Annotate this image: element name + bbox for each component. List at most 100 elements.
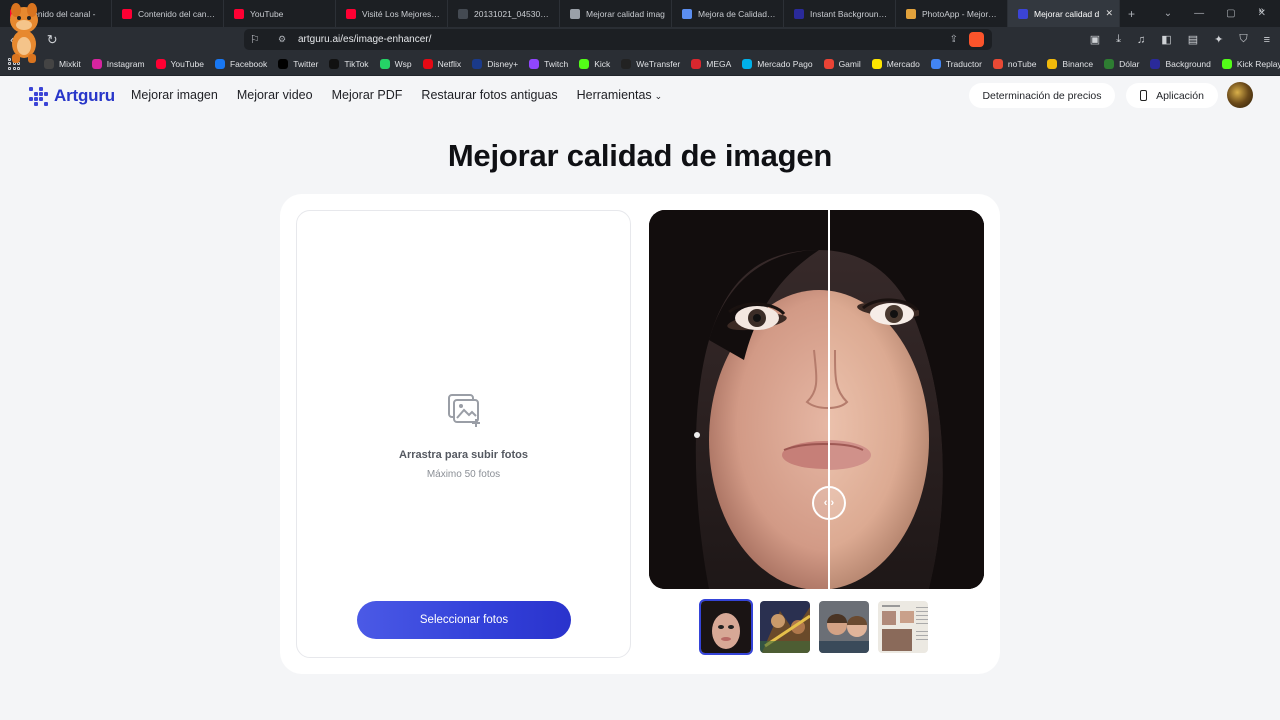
tab-title: 20131021_045303_OL — [474, 8, 553, 19]
browser-tab[interactable]: Mejorar calidad imag — [560, 0, 672, 27]
address-bar[interactable]: ⚐ ⚙ artguru.ai/es/image-enhancer/ ⇪ — [244, 29, 992, 50]
vpn-icon[interactable]: ⛉ — [1239, 33, 1247, 46]
bookmark-item[interactable]: MEGA — [691, 58, 732, 69]
browser-tab[interactable]: Contenido del canal - — [112, 0, 224, 27]
bookmark-item[interactable]: Background — [1150, 58, 1211, 69]
share-icon[interactable]: ⇪ — [950, 34, 958, 45]
bookmark-favicon-icon — [422, 58, 433, 69]
app-button[interactable]: Aplicación — [1126, 83, 1218, 108]
browser-tab[interactable]: Mejora de Calidad de — [672, 0, 784, 27]
bookmark-item[interactable]: Netflix — [422, 58, 461, 69]
sidebar-icon[interactable]: ◧ — [1161, 33, 1171, 46]
tab-list-icon[interactable]: ⌄ — [1164, 8, 1172, 19]
browser-tab[interactable]: 20131021_045303_OL — [448, 0, 560, 27]
drag-upload-text: Arrastra para subir fotos — [399, 449, 528, 461]
select-photos-button[interactable]: Seleccionar fotos — [357, 601, 571, 639]
bookmark-favicon-icon — [579, 58, 590, 69]
brave-shields-icon[interactable] — [969, 32, 984, 47]
phone-icon — [1140, 90, 1148, 101]
browser-tab[interactable]: Mejorar calidad d ✕ — [1008, 0, 1120, 27]
browser-tab[interactable]: Instant Background R — [784, 0, 896, 27]
nav-herramientas[interactable]: Herramientas ⌄ — [577, 88, 663, 102]
tab-favicon-icon — [346, 8, 356, 19]
leo-ai-icon[interactable]: ✦ — [1214, 33, 1223, 46]
bookmark-item[interactable]: Wsp — [379, 58, 412, 69]
tab-favicon-icon — [122, 8, 132, 19]
tab-favicon-icon — [794, 8, 804, 19]
bookmark-item[interactable]: Mercado Pago — [742, 58, 813, 69]
nav-mejorar-pdf[interactable]: Mejorar PDF — [332, 88, 403, 102]
compare-slider-handle[interactable]: ‹ › — [812, 486, 846, 520]
bookmark-label: YouTube — [170, 58, 204, 69]
bookmark-item[interactable]: WeTransfer — [621, 58, 680, 69]
restore-icon[interactable]: ▢ — [1226, 8, 1235, 19]
bookmark-item[interactable]: Gamil — [823, 58, 861, 69]
compare-divider[interactable] — [828, 210, 830, 589]
site-info-icon[interactable]: ⚙ — [278, 34, 292, 45]
url-text[interactable]: artguru.ai/es/image-enhancer/ — [298, 34, 431, 45]
bookmark-item[interactable]: Mixkit — [44, 58, 81, 69]
new-tab-icon[interactable]: + — [1128, 7, 1135, 21]
bookmark-favicon-icon — [1047, 58, 1058, 69]
before-after-preview[interactable]: ‹ › — [649, 210, 984, 589]
user-avatar[interactable] — [1227, 82, 1253, 108]
tab-title: YouTube — [250, 8, 284, 19]
bookmark-favicon-icon — [155, 58, 166, 69]
tab-favicon-icon — [570, 8, 580, 19]
bookmark-item[interactable]: Disney+ — [472, 58, 518, 69]
app-button-label: Aplicación — [1156, 89, 1204, 102]
tab-favicon-icon — [234, 8, 244, 19]
bookmark-label: Instagram — [106, 58, 145, 69]
thumbnail-woman-portrait[interactable] — [699, 599, 753, 655]
bookmark-favicon-icon — [329, 58, 340, 69]
logo-text: Artguru — [54, 86, 115, 105]
nav-restaurar-fotos[interactable]: Restaurar fotos antiguas — [421, 88, 557, 102]
page-title: Mejorar calidad de imagen — [447, 138, 833, 173]
music-icon[interactable]: ♫ — [1137, 34, 1145, 46]
max-photos-text: Máximo 50 fotos — [426, 469, 501, 480]
artguru-logo[interactable]: Artguru — [29, 86, 115, 106]
bookmark-item[interactable]: TikTok — [329, 58, 369, 69]
bookmark-item[interactable]: Facebook — [214, 58, 267, 69]
bookmark-favicon-icon — [742, 58, 753, 69]
wallet-icon[interactable]: ▤ — [1188, 33, 1198, 46]
menu-icon[interactable]: ≡ — [1264, 34, 1270, 46]
thumbnail-couple-selfie[interactable] — [817, 599, 871, 655]
bookmark-item[interactable]: Instagram — [91, 58, 145, 69]
browser-tab[interactable]: Visité Los Mejores Cib — [336, 0, 448, 27]
mascot-sticker-icon — [10, 3, 38, 63]
bookmark-favicon-icon — [214, 58, 225, 69]
screenshot-icon[interactable]: ▣ — [1090, 33, 1100, 46]
bookmark-label: Mercado — [886, 58, 920, 69]
bookmark-item[interactable]: Traductor — [930, 58, 982, 69]
more-bookmarks-icon[interactable]: » — [1258, 5, 1264, 16]
upload-dropzone[interactable]: Arrastra para subir fotos Máximo 50 foto… — [296, 210, 631, 658]
download-icon[interactable]: ⤓ — [1116, 33, 1121, 46]
thumbnail-old-newspaper[interactable] — [876, 599, 930, 655]
bookmark-item[interactable]: Dólar — [1104, 58, 1139, 69]
nav-mejorar-video[interactable]: Mejorar video — [237, 88, 313, 102]
bookmark-label: MEGA — [706, 58, 732, 69]
thumbnail-fantasy-warriors[interactable] — [758, 599, 812, 655]
bookmark-item[interactable]: Twitter — [278, 58, 318, 69]
nav-herramientas-label: Herramientas — [576, 88, 652, 102]
bookmark-item[interactable]: Binance — [1047, 58, 1093, 69]
bookmark-favicon-icon — [1104, 58, 1115, 69]
nav-mejorar-imagen[interactable]: Mejorar imagen — [131, 88, 218, 102]
browser-tab[interactable]: YouTube — [224, 0, 336, 27]
bookmark-icon[interactable]: ⚐ — [250, 33, 266, 46]
reload-icon[interactable]: ↻ — [47, 32, 58, 48]
bookmark-item[interactable]: YouTube — [155, 58, 204, 69]
bookmark-favicon-icon — [823, 58, 834, 69]
bookmark-item[interactable]: Mercado — [871, 58, 920, 69]
minimize-icon[interactable]: — — [1194, 8, 1204, 19]
bookmark-item[interactable]: noTube — [992, 58, 1036, 69]
browser-tab[interactable]: PhotoApp - Mejorado — [896, 0, 1008, 27]
tab-title: Instant Background R — [810, 8, 889, 19]
pricing-button[interactable]: Determinación de precios — [969, 83, 1115, 108]
chevron-down-icon: ⌄ — [654, 91, 663, 101]
bookmark-item[interactable]: Kick — [579, 58, 610, 69]
close-tab-icon[interactable]: ✕ — [1105, 8, 1113, 19]
bookmark-item[interactable]: Kick Replay — [1221, 58, 1280, 69]
bookmark-item[interactable]: Twitch — [529, 58, 568, 69]
